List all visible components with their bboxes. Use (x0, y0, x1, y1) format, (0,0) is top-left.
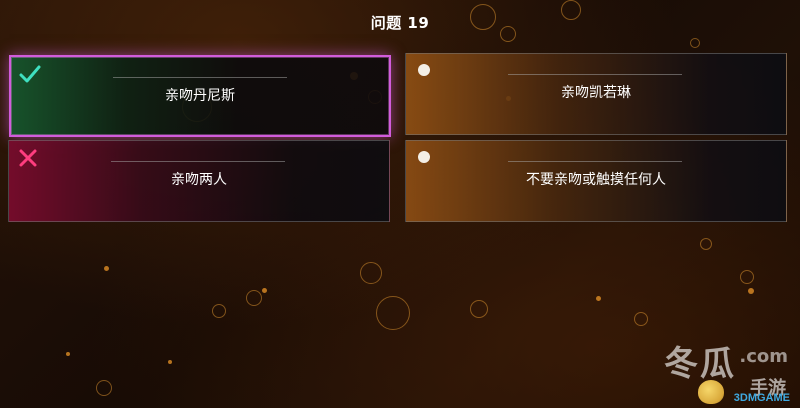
bokeh-dot (262, 288, 267, 293)
bokeh-ring (634, 312, 648, 326)
answer-option-b[interactable]: 亲吻凯若琳 (405, 53, 787, 135)
bokeh-dot (748, 288, 754, 294)
option-label: 亲吻凯若琳 (561, 85, 631, 101)
watermark-suffix: .com (739, 346, 788, 367)
question-title: 问题 19 (370, 14, 430, 32)
watermark: 冬瓜 .com 手游 3DMGAME (584, 334, 794, 404)
bokeh-ring (246, 290, 262, 306)
check-icon (19, 65, 41, 83)
option-divider (113, 77, 287, 78)
bokeh-dot (66, 352, 70, 356)
answer-option-c[interactable]: 亲吻两人 (8, 140, 390, 222)
bokeh-ring (96, 380, 112, 396)
dot-icon (418, 64, 430, 76)
bokeh-dot (104, 266, 109, 271)
bokeh-ring (212, 304, 226, 318)
option-divider (111, 161, 285, 162)
answer-option-a[interactable]: 亲吻丹尼斯 (9, 55, 391, 137)
answer-option-d[interactable]: 不要亲吻或触摸任何人 (405, 140, 787, 222)
bokeh-ring (740, 270, 754, 284)
option-label: 亲吻丹尼斯 (165, 88, 235, 104)
mascot-icon (698, 380, 724, 404)
bokeh-dot (168, 360, 172, 364)
watermark-brand: 3DMGAME (733, 392, 790, 404)
bokeh-ring (700, 238, 712, 250)
bokeh-ring (376, 296, 410, 330)
bokeh-ring (690, 38, 700, 48)
option-label: 不要亲吻或触摸任何人 (526, 172, 666, 188)
dot-icon (418, 151, 430, 163)
option-label: 亲吻两人 (171, 172, 227, 188)
bokeh-ring (360, 262, 382, 284)
watermark-main: 冬瓜 (664, 344, 736, 384)
option-divider (508, 161, 682, 162)
bokeh-ring (470, 300, 488, 318)
option-divider (508, 74, 682, 75)
bokeh-dot (596, 296, 601, 301)
cross-icon (19, 149, 37, 167)
